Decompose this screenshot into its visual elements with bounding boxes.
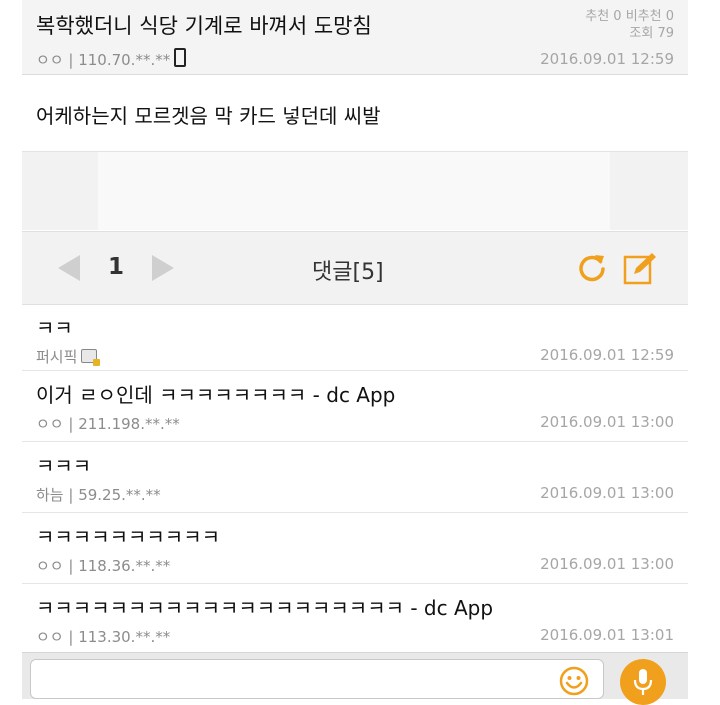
post-title: 복학했더니 식당 기계로 바껴서 도망침 xyxy=(36,14,372,38)
comment-date: 2016.09.01 13:00 xyxy=(540,484,674,502)
comment-input-bar xyxy=(22,652,688,705)
comment-text: ㅋㅋㅋㅋㅋㅋㅋㅋㅋㅋ xyxy=(36,525,220,549)
mobile-phone-icon xyxy=(174,48,187,67)
comment-page-number: 1 xyxy=(108,254,125,280)
comment-date: 2016.09.01 13:01 xyxy=(540,626,674,644)
comment-author: ㅇㅇ | 118.36.**.** xyxy=(36,557,171,575)
comment-author-text: 퍼시픽 xyxy=(36,348,78,366)
comment-text: 이거 ㄹㅇ인데 ㅋㅋㅋㅋㅋㅋㅋㅋ - dc App xyxy=(36,383,396,407)
comment-author: 하늠 | 59.25.**.** xyxy=(36,486,161,504)
post-author: ㅇㅇ | 110.70.**.** xyxy=(36,48,187,70)
post-header: 복학했더니 식당 기계로 바껴서 도망침 ㅇㅇ | 110.70.**.** 추… xyxy=(22,0,688,75)
comment-item: ㅋㅋㅋ 하늠 | 59.25.**.** 2016.09.01 13:00 xyxy=(22,442,688,513)
comment-author[interactable]: 퍼시픽 xyxy=(36,346,101,367)
comment-count-title: 댓글[5] xyxy=(312,260,384,285)
post-stats: 추천 0 비추천 0 조회 79 xyxy=(585,8,674,42)
gallery-badge-icon xyxy=(81,349,101,366)
write-icon[interactable] xyxy=(622,250,658,286)
recommend-count: 추천 0 비추천 0 xyxy=(585,9,674,24)
comment-text: ㅋㅋㅋㅋㅋㅋㅋㅋㅋㅋㅋㅋㅋㅋㅋㅋㅋㅋㅋㅋ - dc App xyxy=(36,596,494,620)
comment-text: ㅋㅋㅋ xyxy=(36,454,92,478)
comment-date: 2016.09.01 12:59 xyxy=(540,346,674,364)
post-page: 복학했더니 식당 기계로 바껴서 도망침 ㅇㅇ | 110.70.**.** 추… xyxy=(22,0,688,705)
comment-item: 이거 ㄹㅇ인데 ㅋㅋㅋㅋㅋㅋㅋㅋ - dc App ㅇㅇ | 211.198.*… xyxy=(22,371,688,442)
comment-list: ㅋㅋ 퍼시픽 2016.09.01 12:59 이거 ㄹㅇ인데 ㅋㅋㅋㅋㅋㅋㅋㅋ… xyxy=(22,304,688,655)
post-content-area xyxy=(22,152,688,230)
mic-icon xyxy=(633,669,653,695)
comment-item: ㅋㅋㅋㅋㅋㅋㅋㅋㅋㅋㅋㅋㅋㅋㅋㅋㅋㅋㅋㅋ - dc App ㅇㅇ | 113.3… xyxy=(22,584,688,655)
comment-author: ㅇㅇ | 211.198.**.** xyxy=(36,415,180,433)
voice-input-button[interactable] xyxy=(620,659,666,705)
comment-author: ㅇㅇ | 113.30.**.** xyxy=(36,628,171,646)
post-body: 어케하는지 모르겟음 막 카드 넣던데 씨발 xyxy=(22,75,688,152)
post-author-text: ㅇㅇ | 110.70.**.** xyxy=(36,51,171,69)
post-text: 어케하는지 모르겟음 막 카드 넣던데 씨발 xyxy=(36,104,381,128)
comment-item: ㅋㅋ 퍼시픽 2016.09.01 12:59 xyxy=(22,304,688,371)
comment-text: ㅋㅋ xyxy=(36,316,73,340)
refresh-icon[interactable] xyxy=(576,252,608,284)
prev-page-icon[interactable] xyxy=(58,255,80,281)
comment-date: 2016.09.01 13:00 xyxy=(540,413,674,431)
comment-toolbar: 1 댓글[5] xyxy=(22,231,688,305)
comment-input[interactable] xyxy=(30,659,604,699)
view-count: 조회 79 xyxy=(629,26,674,41)
comment-item: ㅋㅋㅋㅋㅋㅋㅋㅋㅋㅋ ㅇㅇ | 118.36.**.** 2016.09.01 … xyxy=(22,513,688,584)
post-date: 2016.09.01 12:59 xyxy=(540,50,674,68)
comment-date: 2016.09.01 13:00 xyxy=(540,555,674,573)
emoji-icon[interactable] xyxy=(558,665,590,697)
post-content-panel xyxy=(98,152,610,230)
next-page-icon[interactable] xyxy=(152,255,174,281)
